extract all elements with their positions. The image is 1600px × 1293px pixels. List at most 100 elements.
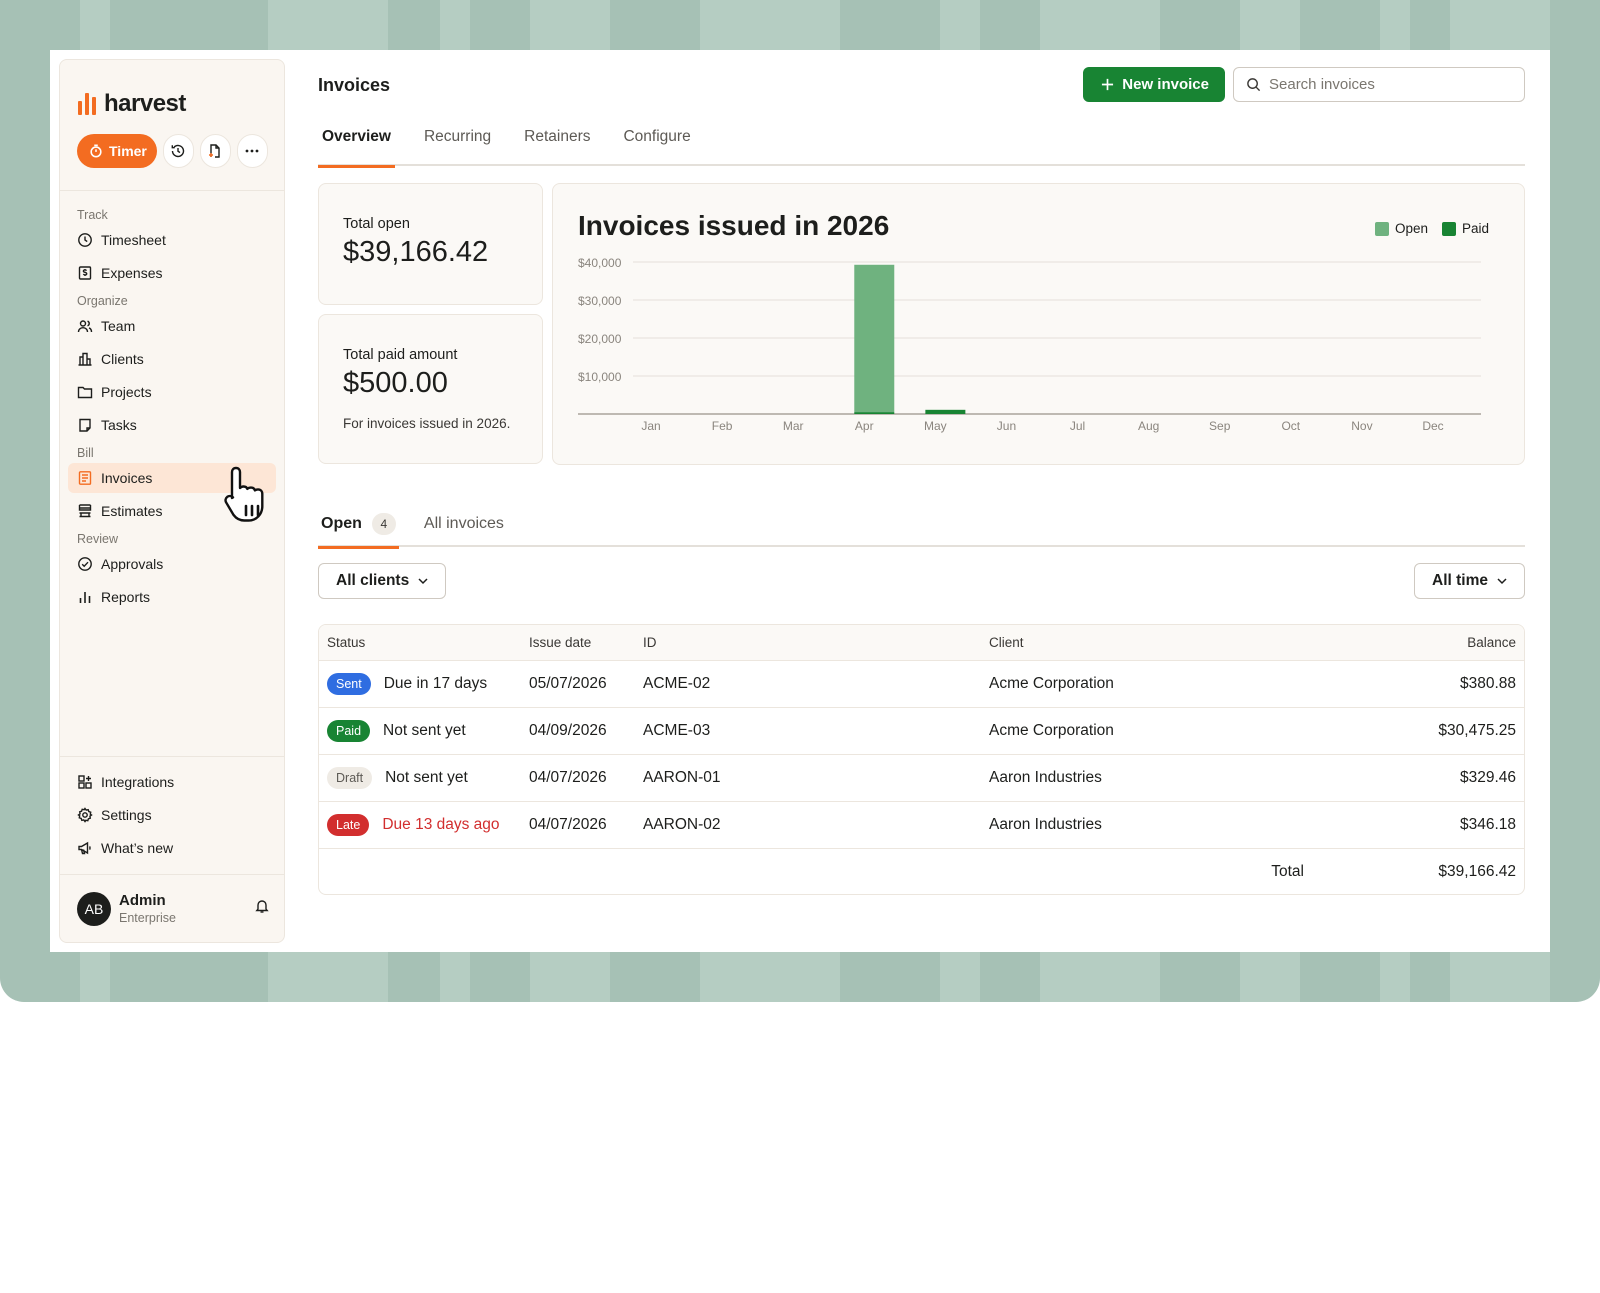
sidebar-item-expenses[interactable]: Expenses bbox=[68, 258, 276, 288]
hand-cursor-icon bbox=[224, 466, 264, 522]
harvest-logo[interactable]: harvest bbox=[60, 60, 284, 126]
chevron-down-icon bbox=[418, 578, 428, 585]
user-info: Admin Enterprise bbox=[119, 892, 246, 925]
legend-swatch-open bbox=[1374, 221, 1389, 236]
sidebar-item-label: Invoices bbox=[101, 470, 153, 486]
app-window: harvest Timer Track Timesheet Expenses O… bbox=[50, 50, 1550, 952]
tab-retainers[interactable]: Retainers bbox=[520, 122, 594, 166]
header-issue-date[interactable]: Issue date bbox=[529, 635, 643, 650]
time-filter-label: All time bbox=[1432, 572, 1488, 589]
tab-configure[interactable]: Configure bbox=[619, 122, 694, 166]
megaphone-icon bbox=[77, 840, 93, 856]
sidebar-item-whats-new[interactable]: What’s new bbox=[68, 833, 276, 863]
invoice-id-link[interactable]: ACME-03 bbox=[643, 722, 989, 740]
tab-all-label: All invoices bbox=[423, 515, 504, 532]
sidebar-item-label: Reports bbox=[101, 589, 151, 605]
table-row[interactable]: Paid Not sent yet 04/09/2026 ACME-03 Acm… bbox=[319, 707, 1524, 754]
chart-legend: Open Paid bbox=[1374, 221, 1489, 236]
invoice-id-link[interactable]: AARON-02 bbox=[643, 816, 989, 834]
tab-overview[interactable]: Overview bbox=[318, 122, 395, 168]
building-icon bbox=[77, 351, 93, 367]
table-row[interactable]: Sent Due in 17 days 05/07/2026 ACME-02 A… bbox=[319, 660, 1524, 707]
invoice-icon bbox=[77, 470, 93, 486]
search-input[interactable] bbox=[1269, 75, 1512, 93]
status-cell: Sent Due in 17 days bbox=[319, 673, 529, 695]
total-paid-label: Total paid amount bbox=[343, 347, 458, 363]
sidebar-item-label: Approvals bbox=[101, 556, 164, 572]
filters: All clients All time bbox=[318, 563, 1525, 599]
clock-history-icon bbox=[171, 144, 185, 158]
issue-date-cell: 05/07/2026 bbox=[529, 675, 607, 692]
topbar: Invoices New invoice bbox=[318, 50, 1525, 118]
status-text: Due 13 days ago bbox=[382, 816, 500, 833]
balance-cell: $30,475.25 bbox=[1438, 722, 1516, 739]
invoice-id-link[interactable]: AARON-01 bbox=[643, 769, 989, 787]
status-badge: Sent bbox=[327, 673, 371, 695]
bar-chart-icon bbox=[77, 589, 93, 605]
sidebar-item-team[interactable]: Team bbox=[68, 311, 276, 341]
total-paid-value: $500.00 bbox=[343, 367, 448, 399]
sidebar-item-label: Team bbox=[101, 318, 136, 334]
client-cell: Aaron Industries bbox=[989, 769, 1102, 786]
total-open-value: $39,166.42 bbox=[343, 236, 489, 268]
y-tick-label: $20,000 bbox=[578, 332, 622, 346]
header-id[interactable]: ID bbox=[643, 635, 989, 650]
table-row[interactable]: Late Due 13 days ago 04/07/2026 AARON-02… bbox=[319, 801, 1524, 848]
client-filter-dropdown[interactable]: All clients bbox=[318, 563, 447, 599]
header-client[interactable]: Client bbox=[989, 635, 1324, 650]
issue-date-cell: 04/07/2026 bbox=[529, 769, 607, 786]
legend-label-paid: Paid bbox=[1461, 221, 1489, 236]
new-document-button[interactable] bbox=[199, 134, 231, 168]
sidebar-item-label: Projects bbox=[101, 384, 152, 400]
folder-icon bbox=[77, 384, 93, 400]
sidebar-item-timesheet[interactable]: Timesheet bbox=[68, 225, 276, 255]
sidebar-item-label: Estimates bbox=[101, 503, 163, 519]
more-button[interactable] bbox=[236, 134, 269, 168]
sidebar-item-integrations[interactable]: Integrations bbox=[68, 767, 276, 797]
time-filter-dropdown[interactable]: All time bbox=[1414, 563, 1525, 599]
quick-actions: Timer bbox=[60, 126, 284, 176]
new-document-icon bbox=[209, 144, 221, 158]
user-profile[interactable]: AB Admin Enterprise bbox=[60, 874, 284, 942]
x-tick-label: Oct bbox=[1281, 419, 1300, 433]
tab-recurring[interactable]: Recurring bbox=[420, 122, 495, 166]
sidebar-item-label: Tasks bbox=[101, 417, 137, 433]
timer-button[interactable]: Timer bbox=[77, 134, 157, 168]
sidebar-item-label: Expenses bbox=[101, 265, 163, 281]
search-box[interactable] bbox=[1233, 66, 1525, 102]
search-icon bbox=[1247, 77, 1261, 91]
x-tick-label: Sep bbox=[1209, 419, 1231, 433]
client-cell: Aaron Industries bbox=[989, 816, 1102, 833]
x-tick-label: Nov bbox=[1351, 419, 1372, 433]
sidebar-item-approvals[interactable]: Approvals bbox=[68, 549, 276, 579]
new-invoice-label: New invoice bbox=[1122, 75, 1209, 93]
x-tick-label: Jul bbox=[1070, 419, 1085, 433]
legend-item-open: Open bbox=[1374, 221, 1428, 236]
tab-open-invoices[interactable]: Open 4 bbox=[318, 505, 399, 549]
x-tick-label: Jun bbox=[997, 419, 1016, 433]
bar-paid-apr bbox=[854, 412, 895, 414]
sidebar-item-settings[interactable]: Settings bbox=[68, 800, 276, 830]
list-tabs: Open 4 All invoices bbox=[318, 505, 1525, 549]
header-status[interactable]: Status bbox=[319, 635, 529, 650]
tab-all-invoices[interactable]: All invoices bbox=[421, 505, 507, 547]
avatar[interactable]: AB bbox=[77, 891, 111, 926]
x-tick-label: Mar bbox=[783, 419, 804, 433]
new-invoice-button[interactable]: New invoice bbox=[1083, 66, 1225, 102]
issue-date-cell: 04/09/2026 bbox=[529, 722, 607, 739]
table-row[interactable]: Draft Not sent yet 04/07/2026 AARON-01 A… bbox=[319, 754, 1524, 801]
status-cell: Paid Not sent yet bbox=[319, 720, 529, 742]
invoice-id-link[interactable]: ACME-02 bbox=[643, 675, 989, 693]
sidebar-bottom: Integrations Settings What’s new bbox=[60, 756, 284, 874]
bell-icon[interactable] bbox=[254, 898, 270, 919]
sidebar-item-label: Integrations bbox=[101, 774, 175, 790]
clock-history-button[interactable] bbox=[162, 134, 194, 168]
header-balance[interactable]: Balance bbox=[1324, 635, 1524, 650]
x-tick-label: Apr bbox=[855, 419, 874, 433]
sidebar-item-projects[interactable]: Projects bbox=[68, 377, 276, 407]
sidebar-item-label: Timesheet bbox=[101, 232, 166, 248]
sidebar-item-clients[interactable]: Clients bbox=[68, 344, 276, 374]
status-text: Not sent yet bbox=[383, 722, 466, 739]
sidebar-item-reports[interactable]: Reports bbox=[68, 582, 276, 612]
sidebar-item-tasks[interactable]: Tasks bbox=[68, 410, 276, 440]
